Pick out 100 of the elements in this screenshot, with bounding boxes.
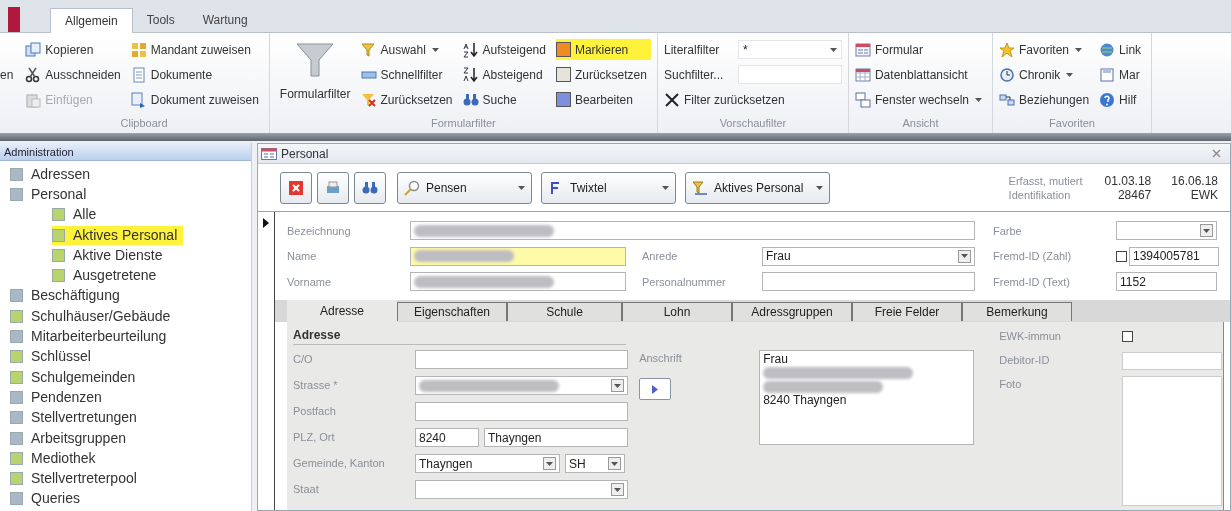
ribbon-button[interactable]: Datenblattansicht bbox=[854, 64, 986, 85]
form-tab[interactable]: Bemerkung bbox=[962, 301, 1072, 321]
tree-item[interactable]: Pendenzen bbox=[10, 387, 108, 407]
dropdown-arrow-button[interactable] bbox=[1200, 224, 1213, 238]
tree-item[interactable]: Beschäftigung bbox=[10, 286, 126, 306]
field-label: EWK-immun bbox=[999, 329, 1062, 345]
ribbon-button[interactable]: Absteigend bbox=[462, 64, 550, 85]
checkbox[interactable] bbox=[1122, 331, 1134, 342]
dropdown-arrow-button[interactable] bbox=[608, 457, 621, 470]
ribbon-button[interactable]: Bearbeiten bbox=[555, 89, 651, 110]
caret-icon bbox=[611, 461, 618, 466]
ribbon-button[interactable]: Fenster wechseln bbox=[854, 89, 986, 110]
filter-button[interactable]: Formularfilter bbox=[275, 39, 355, 103]
form-tab[interactable]: Adresse bbox=[287, 299, 397, 322]
form-tab[interactable]: Freie Felder bbox=[852, 301, 962, 321]
close-icon bbox=[663, 91, 680, 108]
input-field[interactable] bbox=[410, 221, 975, 241]
ribbon-button[interactable]: Link bbox=[1099, 39, 1146, 60]
tree-item[interactable]: Stellvertreterpool bbox=[10, 469, 143, 489]
input-field[interactable] bbox=[762, 272, 975, 292]
ribbon-button[interactable]: Auswahl bbox=[360, 39, 457, 60]
input-field[interactable] bbox=[415, 402, 628, 421]
form-tab[interactable]: Schule bbox=[507, 301, 622, 321]
toolbar-button[interactable] bbox=[280, 171, 312, 204]
tree-item[interactable]: Personal bbox=[10, 184, 93, 204]
checkbox[interactable] bbox=[1116, 250, 1127, 262]
caret-icon bbox=[961, 254, 968, 259]
field-label: Staat bbox=[293, 482, 320, 498]
ribbon-button[interactable]: Filter zurücksetzen bbox=[663, 89, 842, 110]
ribbon-button[interactable]: Favoriten bbox=[999, 39, 1094, 60]
input-field[interactable]: 1394005781 bbox=[1129, 246, 1219, 266]
ribbon-button[interactable]: Schnellfilter bbox=[360, 64, 457, 85]
dropdown-arrow-button[interactable] bbox=[543, 457, 556, 470]
arrow-button[interactable] bbox=[639, 378, 672, 400]
ribbon-tab[interactable]: Wartung bbox=[188, 7, 262, 32]
tree-item[interactable]: Schlüssel bbox=[10, 347, 97, 367]
search-icon bbox=[404, 179, 420, 196]
combo-box[interactable]: * bbox=[737, 40, 842, 59]
tree-item[interactable]: Queries bbox=[10, 489, 87, 509]
tree-item[interactable]: Aktive Dienste bbox=[52, 245, 169, 265]
tree-item[interactable]: Adressen bbox=[10, 164, 97, 184]
toolbar-dropdown[interactable]: Pensen bbox=[397, 171, 532, 204]
ribbon-button[interactable]: Dokumente bbox=[130, 64, 263, 85]
input-field[interactable]: Thayngen bbox=[484, 428, 628, 447]
ribbon-button[interactable]: Suche bbox=[462, 89, 550, 110]
input-field[interactable]: 1152 bbox=[1116, 272, 1217, 292]
ribbon-button[interactable]: Beziehungen bbox=[999, 89, 1094, 110]
input-field[interactable] bbox=[410, 272, 626, 292]
field-label: Suchfilter... bbox=[663, 66, 725, 84]
form-tab[interactable]: Lohn bbox=[622, 301, 732, 321]
toolbar-button[interactable] bbox=[317, 171, 349, 204]
input-field[interactable]: 8240 bbox=[415, 428, 479, 447]
dropdown-arrow-button[interactable] bbox=[611, 483, 624, 496]
ribbon-button[interactable]: Aufsteigend bbox=[462, 39, 550, 60]
tree-item[interactable]: Ausgetretene bbox=[52, 266, 163, 286]
clock-icon bbox=[999, 66, 1015, 83]
ribbon-button[interactable]: Chronik bbox=[999, 64, 1094, 85]
toolbar-dropdown[interactable]: Aktives Personal bbox=[685, 171, 830, 204]
sort-descending-icon bbox=[462, 66, 479, 83]
ribbon-button[interactable]: Hilf bbox=[1099, 89, 1146, 110]
tree-item[interactable]: Schulhäuser/Gebäude bbox=[10, 306, 177, 326]
input-field[interactable] bbox=[415, 350, 628, 369]
tree-item[interactable]: Arbeitsgruppen bbox=[10, 428, 132, 448]
tree-item[interactable]: Alle bbox=[52, 205, 103, 225]
form-tab[interactable]: Eigenschaften bbox=[397, 301, 507, 321]
ribbon-button[interactable]: Kopieren bbox=[25, 39, 125, 60]
toolbar-button[interactable] bbox=[354, 171, 386, 204]
ribbon-button[interactable]: Mandant zuweisen bbox=[130, 39, 263, 60]
group-label: Ansicht bbox=[901, 116, 940, 131]
ribbon-button[interactable]: Mar bbox=[1099, 64, 1146, 85]
address-text-area[interactable]: Frau 8240 Thayngen bbox=[759, 349, 975, 445]
input-field[interactable] bbox=[410, 246, 626, 266]
ribbon-button[interactable]: Dokument zuweisen bbox=[130, 89, 263, 110]
ribbon-tab[interactable]: Tools bbox=[132, 7, 189, 32]
dropdown-arrow-button[interactable] bbox=[611, 379, 624, 392]
ribbon-button[interactable]: Markieren bbox=[555, 39, 651, 60]
dropdown-arrow-button[interactable] bbox=[958, 249, 971, 263]
ribbon-button[interactable]: en bbox=[0, 64, 14, 85]
ribbon-button[interactable]: Formular bbox=[854, 39, 986, 60]
tree-item[interactable]: Schulgemeinden bbox=[10, 367, 142, 387]
ribbon-tab[interactable]: Allgemein bbox=[50, 8, 133, 33]
tree-item[interactable]: Mediothek bbox=[10, 448, 102, 468]
ribbon-button[interactable]: Zurücksetzen bbox=[360, 89, 457, 110]
help-icon bbox=[1099, 91, 1116, 108]
star-icon bbox=[999, 41, 1015, 58]
caret-icon bbox=[662, 185, 669, 190]
ribbon-button[interactable]: Zurücksetzen bbox=[555, 64, 651, 85]
input-field[interactable] bbox=[1122, 351, 1223, 370]
caret-icon bbox=[431, 47, 439, 52]
tree-item[interactable]: Mitarbeiterbeurteilung bbox=[10, 327, 173, 346]
combo-box[interactable]: Thayngen bbox=[415, 454, 560, 473]
field-label: Postfach bbox=[293, 404, 337, 420]
combo-box[interactable]: SH bbox=[565, 454, 625, 473]
tree-item[interactable]: Aktives Personal bbox=[52, 225, 184, 245]
tree-item[interactable]: Stellvertretungen bbox=[10, 408, 143, 428]
ribbon-button[interactable]: Ausschneiden bbox=[25, 64, 125, 85]
combo-box[interactable]: Frau bbox=[762, 246, 975, 266]
toolbar-dropdown[interactable]: Twixtel bbox=[541, 171, 676, 204]
filter-icon bbox=[360, 91, 377, 108]
form-tab[interactable]: Adressgruppen bbox=[732, 301, 852, 321]
